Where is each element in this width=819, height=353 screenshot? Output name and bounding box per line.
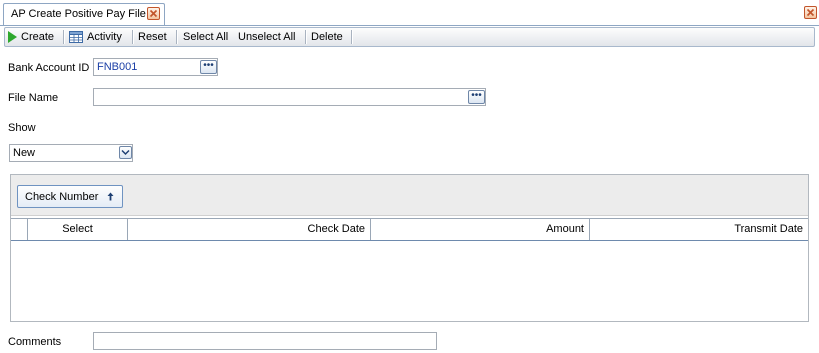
show-select[interactable]: New (9, 144, 133, 162)
file-name-label: File Name (8, 92, 59, 104)
reset-label: Reset (138, 31, 167, 43)
arrow-up-icon (107, 192, 114, 201)
file-name-field[interactable]: ••• (93, 88, 486, 106)
toolbar-separator (63, 30, 65, 44)
delete-label: Delete (311, 31, 343, 43)
select-all-label: Select All (183, 31, 229, 43)
toolbar-separator (351, 30, 353, 44)
group-by-bar: Check Number (11, 175, 808, 216)
close-window-icon[interactable] (804, 6, 817, 19)
tab-strip: AP Create Positive Pay File (0, 0, 819, 26)
grid-body (11, 241, 808, 321)
show-selected-value: New (13, 147, 36, 159)
toolbar-separator (132, 30, 134, 44)
grid-icon (69, 31, 83, 43)
activity-label: Activity (87, 31, 122, 43)
unselect-all-label: Unselect All (238, 31, 296, 43)
grid-header: Select Check Date Amount Transmit Date (11, 218, 808, 241)
file-name-browse-ellipsis-icon[interactable]: ••• (468, 90, 485, 104)
column-header-check-date[interactable]: Check Date (128, 219, 371, 240)
column-header-select[interactable]: Select (28, 219, 128, 240)
check-grid: Check Number Select Check Date Amount Tr… (10, 174, 809, 322)
bank-account-lookup-ellipsis-icon[interactable]: ••• (200, 60, 217, 74)
delete-button[interactable]: Delete (311, 28, 343, 46)
select-all-button[interactable]: Select All (183, 28, 228, 46)
tab-ap-create-positive-pay-file[interactable]: AP Create Positive Pay File (3, 3, 165, 25)
play-icon (8, 31, 17, 43)
comments-field[interactable] (93, 332, 437, 350)
toolbar-separator (305, 30, 307, 44)
column-header-amount[interactable]: Amount (371, 219, 590, 240)
chevron-down-icon[interactable] (119, 146, 132, 159)
bank-account-label: Bank Account ID (8, 62, 90, 74)
row-indicator-header (11, 219, 28, 240)
tab-title: AP Create Positive Pay File (11, 8, 146, 20)
create-label: Create (21, 31, 55, 43)
sort-check-number-button[interactable]: Check Number (17, 185, 123, 208)
sort-button-label: Check Number (25, 191, 99, 203)
column-header-transmit-date[interactable]: Transmit Date (590, 219, 808, 240)
show-label: Show (8, 122, 36, 134)
toolbar-separator (176, 30, 178, 44)
comments-label: Comments (8, 336, 62, 348)
bank-account-value: FNB001 (97, 61, 138, 73)
unselect-all-button[interactable]: Unselect All (238, 28, 295, 46)
close-tab-icon[interactable] (147, 7, 160, 20)
bank-account-field[interactable]: FNB001 ••• (93, 58, 218, 76)
reset-button[interactable]: Reset (138, 28, 167, 46)
toolbar: Create Activity Reset Select All Unselec… (4, 27, 815, 47)
